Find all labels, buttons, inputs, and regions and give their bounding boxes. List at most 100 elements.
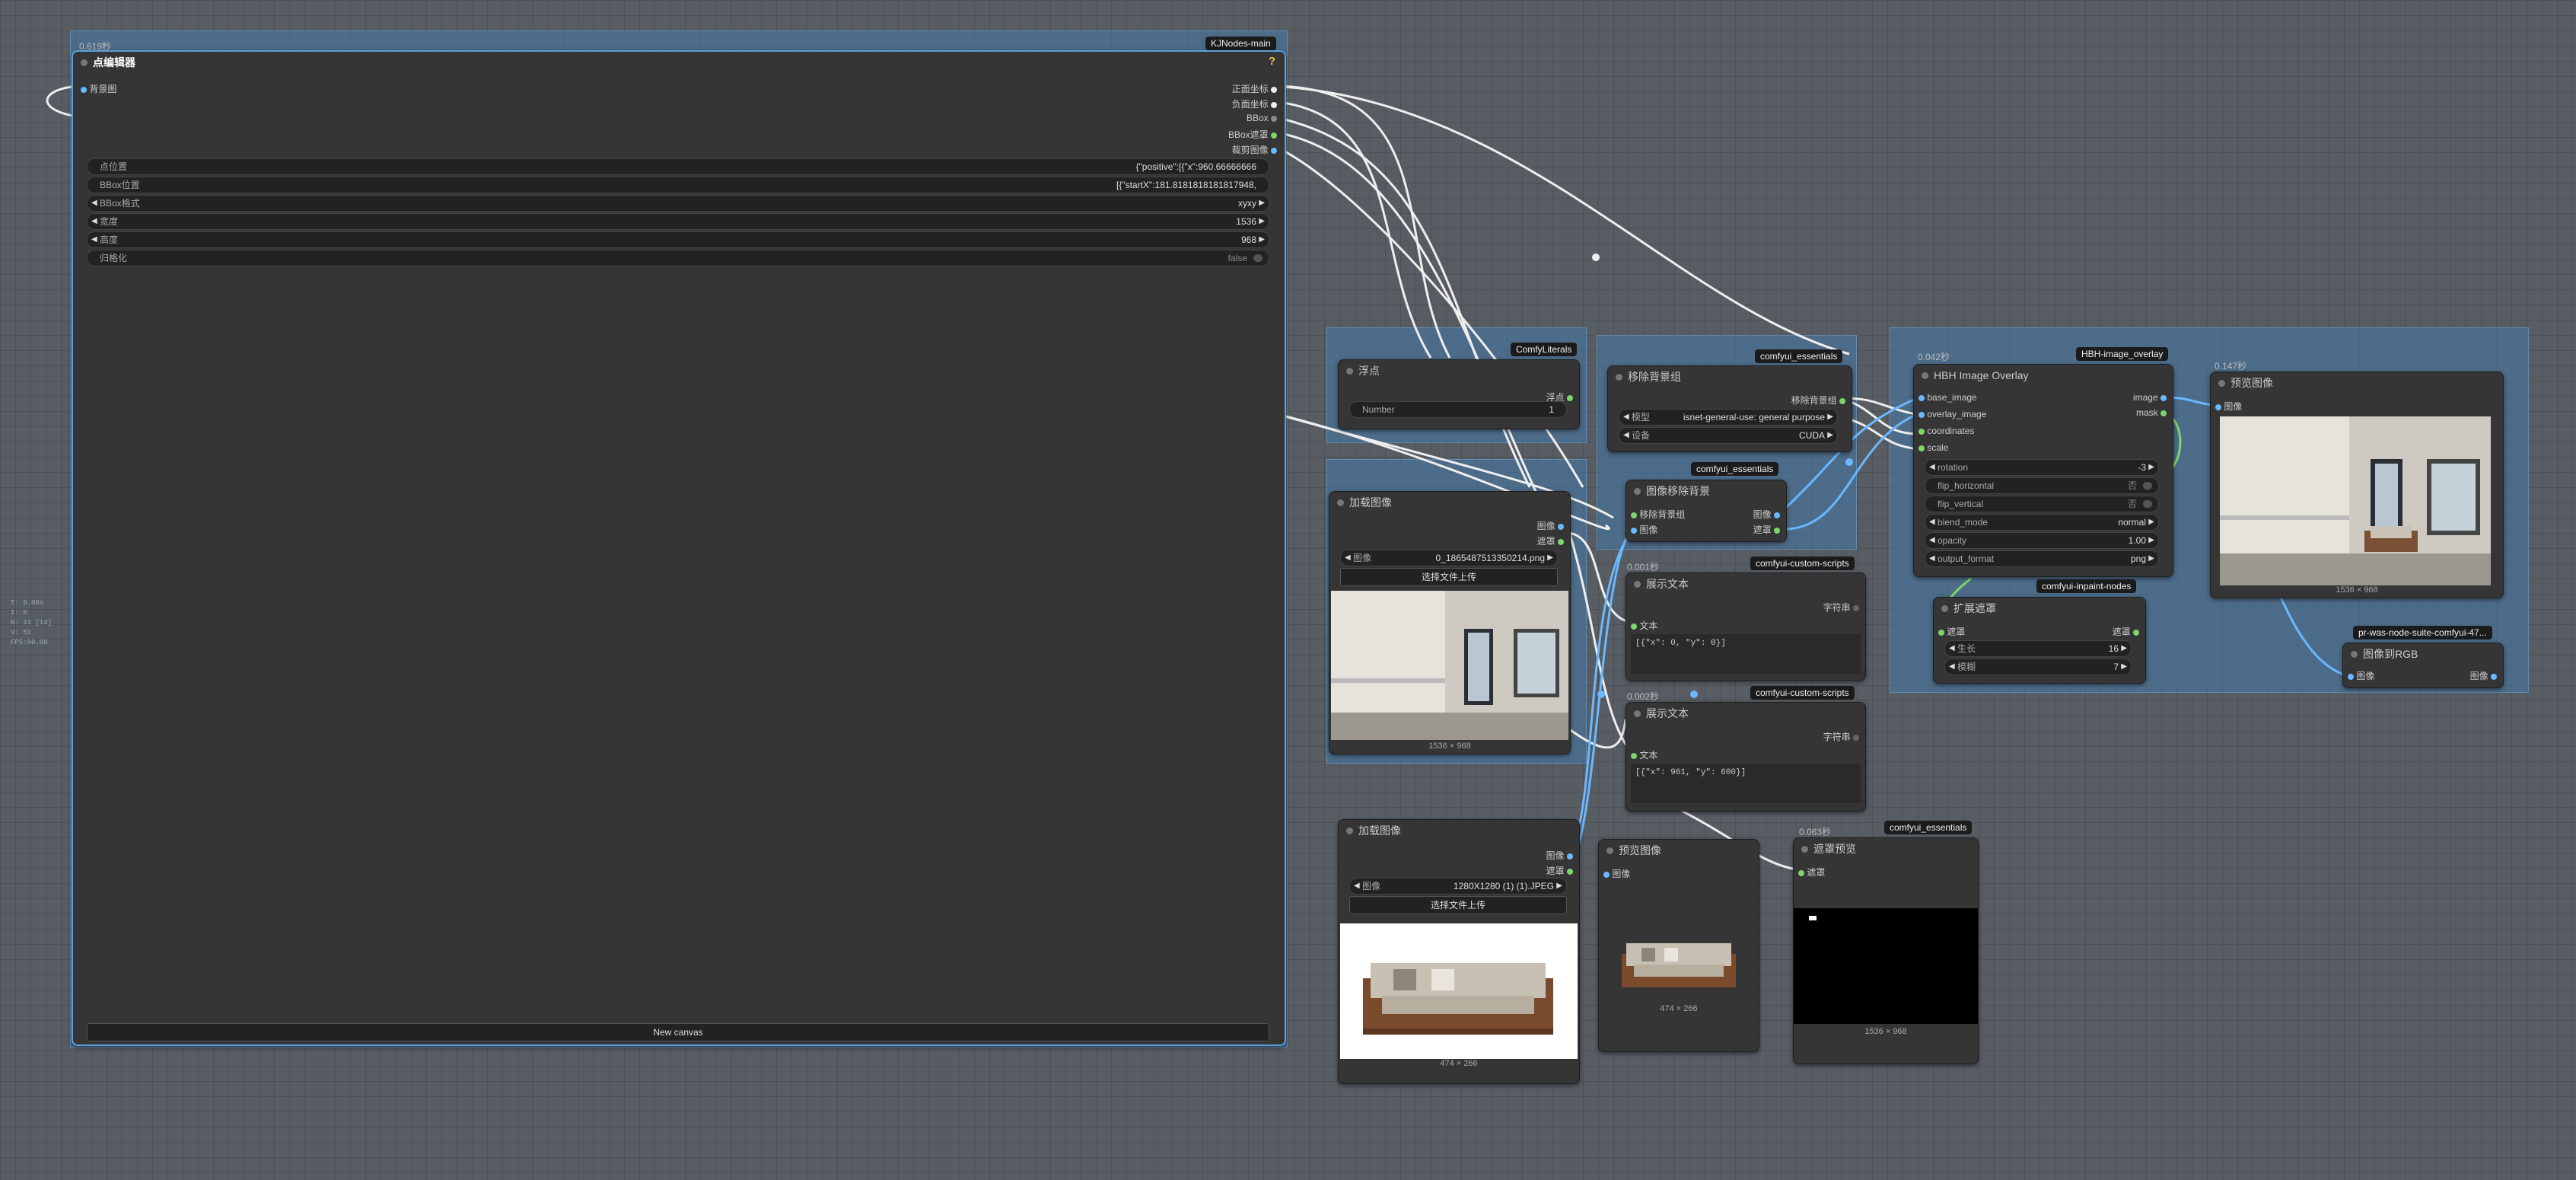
decrement-arrow-icon[interactable]: ◀ (1929, 460, 1935, 475)
output-slot[interactable]: 图像 (1753, 508, 1780, 521)
decrement-arrow-icon[interactable]: ◀ (1929, 515, 1935, 530)
output-slot[interactable]: 图像 (1537, 519, 1564, 532)
widget-height[interactable]: ◀ 高度 968 ▶ (87, 231, 1269, 248)
collapse-dot-icon[interactable] (81, 59, 88, 66)
widget-output-format[interactable]: ◀ output_format png ▶ (1925, 550, 2159, 567)
decrement-arrow-icon[interactable]: ◀ (1949, 641, 1955, 656)
node-title[interactable]: 加载图像 (1339, 820, 1579, 841)
output-slot[interactable]: 遮罩 (1546, 864, 1573, 877)
input-slot[interactable]: 图像 (1631, 523, 1657, 536)
output-slot[interactable]: 遮罩 (1753, 523, 1780, 536)
expand-mask-node[interactable]: 扩展遮罩 遮罩 遮罩 ◀ 生长 16 ▶ ◀ 模糊 7 ▶ (1933, 597, 2146, 684)
widget-width[interactable]: ◀ 宽度 1536 ▶ (87, 213, 1269, 230)
decrement-arrow-icon[interactable]: ◀ (91, 214, 97, 229)
node-title[interactable]: 加载图像 (1329, 492, 1570, 513)
decrement-arrow-icon[interactable]: ◀ (91, 196, 97, 211)
output-slot[interactable]: BBox (1247, 113, 1277, 123)
preview-image-node-sofa[interactable]: 预览图像 图像 474 × 266 (1598, 839, 1759, 1052)
increment-arrow-icon[interactable]: ▶ (1259, 214, 1265, 229)
collapse-dot-icon[interactable] (1634, 581, 1641, 588)
upload-button[interactable]: 选择文件上传 (1340, 568, 1558, 586)
decrement-arrow-icon[interactable]: ◀ (1949, 659, 1955, 675)
input-slot[interactable]: base_image (1918, 392, 1977, 403)
increment-arrow-icon[interactable]: ▶ (1547, 550, 1553, 566)
collapse-dot-icon[interactable] (1634, 710, 1641, 717)
float-node[interactable]: 浮点 浮点 Number 1 (1338, 359, 1580, 429)
input-slot[interactable]: 遮罩 (1938, 625, 1965, 638)
output-slot[interactable]: 负面坐标 (1232, 97, 1277, 110)
decrement-arrow-icon[interactable]: ◀ (1354, 879, 1360, 894)
collapse-dot-icon[interactable] (1346, 368, 1353, 375)
output-slot[interactable]: 遮罩 (2113, 625, 2139, 638)
input-slot[interactable]: 移除背景组 (1631, 508, 1685, 521)
increment-arrow-icon[interactable]: ▶ (2121, 659, 2127, 675)
load-image-node-1[interactable]: 加载图像 图像 遮罩 ◀ 图像 0_1865487513350214.png ▶ 选择… (1329, 491, 1571, 754)
input-slot[interactable]: 文本 (1631, 619, 1657, 632)
input-slot[interactable]: scale (1918, 442, 1948, 453)
toggle-switch[interactable] (1253, 254, 1263, 262)
collapse-dot-icon[interactable] (1616, 374, 1622, 381)
widget-flip-horizontal[interactable]: flip_horizontal 否 (1925, 477, 2159, 494)
increment-arrow-icon[interactable]: ▶ (2148, 533, 2154, 548)
widget-point-positions[interactable]: 点位置 {"positive":[{"x":960.66666666 (87, 158, 1269, 175)
preview-image-node-main[interactable]: 预览图像 图像 1536 × 968 (2210, 372, 2504, 598)
node-title[interactable]: 移除背景组 (1608, 366, 1852, 387)
input-slot[interactable]: coordinates (1918, 426, 1974, 436)
text-output[interactable]: [{"x": 0, "y": 0}] (1631, 634, 1861, 674)
input-slot[interactable]: 文本 (1631, 748, 1657, 761)
hbh-image-overlay-node[interactable]: HBH Image Overlay base_image overlay_ima… (1913, 364, 2173, 577)
input-slot-bg[interactable]: 背景图 (81, 82, 116, 95)
increment-arrow-icon[interactable]: ▶ (1827, 428, 1833, 443)
output-slot[interactable]: 正面坐标 (1232, 82, 1277, 95)
collapse-dot-icon[interactable] (2351, 651, 2358, 658)
output-slot[interactable]: 图像 (1546, 849, 1573, 862)
output-slot[interactable]: 遮罩 (1537, 534, 1564, 547)
collapse-dot-icon[interactable] (1606, 847, 1613, 854)
node-title[interactable]: 展示文本 (1626, 573, 1865, 595)
decrement-arrow-icon[interactable]: ◀ (1345, 550, 1351, 566)
widget-bbox-positions[interactable]: BBox位置 [{"startX":181.8181818181817948, (87, 177, 1269, 193)
toggle-switch[interactable] (2143, 482, 2152, 490)
point-editor-node[interactable]: 点编辑器 ? 背景图 正面坐标 负面坐标 BBox BBox遮罩 裁剪图像 点位… (72, 50, 1286, 1046)
decrement-arrow-icon[interactable]: ◀ (1929, 533, 1935, 548)
widget-blend-mode[interactable]: ◀ blend_mode normal ▶ (1925, 514, 2159, 531)
input-slot[interactable]: 图像 (2348, 669, 2374, 682)
widget-number[interactable]: Number 1 (1349, 401, 1567, 418)
increment-arrow-icon[interactable]: ▶ (2121, 641, 2127, 656)
increment-arrow-icon[interactable]: ▶ (1827, 410, 1833, 425)
widget-blur[interactable]: ◀ 模糊 7 ▶ (1944, 659, 2132, 675)
widget-bbox-format[interactable]: ◀ BBox格式 xyxy ▶ (87, 195, 1269, 212)
node-title[interactable]: 图像移除背景 (1626, 480, 1786, 502)
widget-model[interactable]: ◀ 模型 isnet-general-use: general purpose ▶ (1619, 409, 1838, 426)
node-title[interactable]: 遮罩预览 (1794, 838, 1978, 859)
input-slot[interactable]: 图像 (1603, 867, 1630, 880)
node-title[interactable]: 扩展遮罩 (1934, 598, 2145, 619)
output-slot[interactable]: image (2133, 392, 2167, 403)
node-title[interactable]: 浮点 (1339, 360, 1579, 381)
input-slot[interactable]: 遮罩 (1798, 866, 1825, 879)
show-text-node-2[interactable]: 展示文本 字符串 文本 [{"x": 961, "y": 600}] (1626, 702, 1866, 812)
collapse-dot-icon[interactable] (1941, 605, 1948, 612)
increment-arrow-icon[interactable]: ▶ (2148, 515, 2154, 530)
increment-arrow-icon[interactable]: ▶ (2148, 460, 2154, 475)
output-slot[interactable]: 字符串 (1823, 730, 1859, 743)
output-slot[interactable]: mask (2136, 407, 2167, 418)
widget-flip-vertical[interactable]: flip_vertical 否 (1925, 496, 2159, 512)
widget-image-select[interactable]: ◀ 图像 0_1865487513350214.png ▶ (1340, 550, 1558, 566)
widget-opacity[interactable]: ◀ opacity 1.00 ▶ (1925, 532, 2159, 549)
collapse-dot-icon[interactable] (1801, 846, 1808, 853)
mask-preview-node[interactable]: 遮罩预览 遮罩 1536 × 968 (1793, 837, 1979, 1064)
decrement-arrow-icon[interactable]: ◀ (1929, 551, 1935, 566)
new-canvas-button[interactable]: New canvas (87, 1023, 1269, 1041)
output-slot[interactable]: 图像 (2470, 669, 2497, 682)
image-remove-bg-node[interactable]: 图像移除背景 移除背景组 图像 图像 遮罩 (1626, 480, 1787, 542)
collapse-dot-icon[interactable] (1634, 488, 1641, 495)
toggle-switch[interactable] (2143, 500, 2152, 508)
show-text-node-1[interactable]: 展示文本 字符串 文本 [{"x": 0, "y": 0}] (1626, 572, 1866, 681)
node-title[interactable]: 展示文本 (1626, 703, 1865, 724)
widget-normalize[interactable]: 归格化 false (87, 250, 1269, 266)
remove-bg-session-node[interactable]: 移除背景组 移除背景组 ◀ 模型 isnet-general-use: genera… (1607, 365, 1852, 452)
input-slot[interactable]: 图像 (2215, 400, 2242, 413)
text-output[interactable]: [{"x": 961, "y": 600}] (1631, 764, 1861, 803)
collapse-dot-icon[interactable] (2218, 380, 2225, 387)
